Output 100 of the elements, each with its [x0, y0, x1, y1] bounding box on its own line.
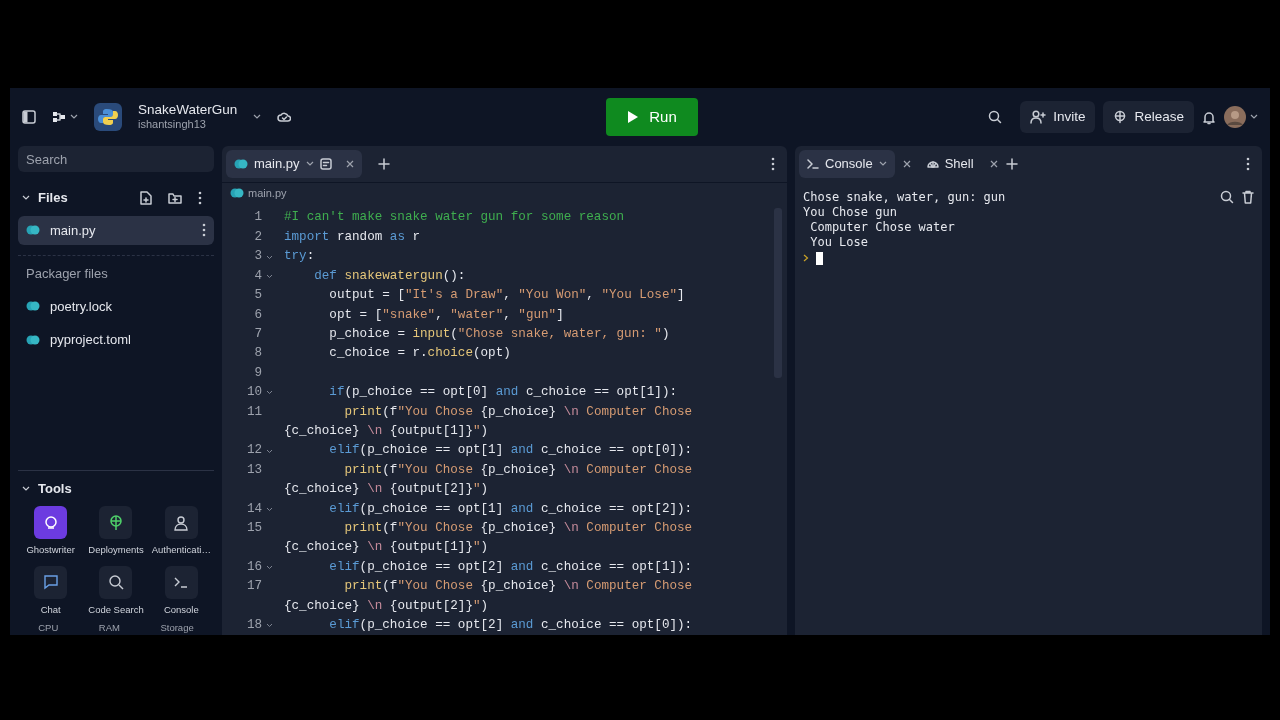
code-line: elif(p_choice == opt[2] and c_choice == opt[0]):: [328, 617, 694, 634]
line-number: 12: [245, 442, 262, 460]
editor-tab[interactable]: main.py: [226, 150, 362, 178]
run-button[interactable]: Run: [606, 98, 698, 136]
code-line: opt = ["snake", "water", "gun"]: [328, 306, 565, 324]
file-item[interactable]: main.py: [18, 215, 214, 245]
console-output: You Chose gun: [803, 204, 898, 220]
tool-label: Console: [163, 602, 199, 617]
plus-icon[interactable]: [377, 157, 390, 170]
console-output: Computer Chose water: [809, 219, 956, 235]
tool-label: Chat: [40, 602, 61, 617]
resource-label: RAM: [98, 620, 120, 635]
tool-button[interactable]: [99, 565, 133, 599]
project-name[interactable]: SnakeWaterGun: [138, 103, 238, 117]
fold-chevron-icon[interactable]: [265, 623, 273, 629]
code-line: output = ["It's a Draw", "You Won", "You Lose"]: [328, 287, 686, 305]
notification-icon[interactable]: [1202, 109, 1216, 125]
new-folder-icon[interactable]: [168, 191, 182, 204]
section-heading[interactable]: Tools: [38, 478, 72, 499]
code-line: print(f"You Chose {p_choice} \n Computer Chose {c_choice} \n {output[2]}"): [284, 461, 694, 499]
section-heading: Packager files: [25, 265, 109, 283]
line-number: 4: [253, 267, 262, 285]
chevron-icon[interactable]: [70, 114, 78, 120]
add-person-icon: [1030, 110, 1047, 124]
fold-chevron-icon[interactable]: [265, 390, 273, 396]
resource-label: Storage: [160, 620, 194, 635]
new-file-icon[interactable]: [140, 190, 152, 205]
tool-button[interactable]: [34, 506, 68, 540]
section-heading[interactable]: Files: [38, 188, 68, 208]
code-line: elif(p_choice == opt[1] and c_choice == opt[2]):: [328, 500, 694, 518]
tool-button[interactable]: [164, 506, 198, 540]
globe-pin-icon: [1113, 110, 1128, 124]
owner-name: ishantsingh13: [138, 117, 207, 131]
document-icon[interactable]: [319, 157, 332, 170]
layout-icon[interactable]: [52, 110, 66, 124]
code-line: def snakewatergun():: [313, 267, 467, 285]
more-icon[interactable]: [1246, 156, 1250, 171]
code-line: #I can't make snake water gun for some reason: [284, 209, 626, 227]
tool-label: Deployments: [88, 543, 144, 558]
line-number: 9: [253, 364, 262, 382]
console-output: You Lose: [809, 234, 870, 250]
code-line: print(f"You Chose {p_choice} \n Computer Chose {c_choice} \n {output[2]}"): [284, 578, 694, 615]
console-output: Chose snake, water, gun: gun: [803, 189, 1007, 205]
line-number: 6: [253, 306, 262, 324]
release-button[interactable]: Release: [1103, 100, 1194, 134]
chevron-icon[interactable]: [22, 194, 30, 201]
python-logo[interactable]: [94, 103, 122, 131]
search-field[interactable]: Search: [18, 146, 214, 172]
file-item[interactable]: pyproject.toml: [18, 325, 214, 355]
tool-button[interactable]: [99, 506, 133, 540]
close-icon[interactable]: [345, 159, 354, 168]
chevron-icon[interactable]: [22, 485, 30, 492]
line-number: 3: [253, 248, 262, 266]
breadcrumb-file[interactable]: main.py: [248, 185, 287, 202]
cloud-check-icon[interactable]: [277, 111, 292, 123]
chevron-icon[interactable]: [878, 160, 887, 167]
sidebar-toggle-icon[interactable]: [22, 110, 36, 124]
fold-chevron-icon[interactable]: [265, 273, 273, 279]
code-line: elif(p_choice == opt[2] and c_choice == opt[1]):: [328, 558, 694, 576]
chevron-icon[interactable]: [253, 114, 262, 120]
line-number: 7: [253, 325, 262, 343]
console-tab[interactable]: Shell: [918, 150, 982, 178]
terminal-icon: [807, 158, 819, 169]
code-line: c_choice = r.choice(opt): [328, 345, 512, 363]
console-tab[interactable]: Console: [799, 150, 895, 178]
code-line: elif(p_choice == opt[1] and c_choice == opt[0]):: [328, 442, 694, 460]
play-icon: [627, 110, 640, 124]
more-icon[interactable]: [202, 223, 206, 238]
line-number: 11: [245, 403, 262, 421]
line-number: 8: [253, 345, 262, 363]
file-item[interactable]: poetry.lock: [18, 291, 214, 321]
trash-icon[interactable]: [1242, 189, 1254, 204]
chat-icon: [42, 574, 59, 590]
fold-chevron-icon[interactable]: [265, 448, 273, 454]
close-icon[interactable]: [989, 159, 998, 168]
resource-label: CPU: [38, 620, 59, 635]
chevron-icon[interactable]: [305, 160, 314, 167]
code-line: print(f"You Chose {p_choice} \n Computer Chose {c_choice} \n {output[1]}"): [284, 520, 694, 557]
line-number: 16: [245, 558, 262, 576]
chevron-icon[interactable]: [1250, 114, 1258, 120]
fold-chevron-icon[interactable]: [265, 506, 273, 512]
close-icon[interactable]: [902, 159, 911, 168]
invite-button[interactable]: Invite: [1020, 100, 1096, 134]
search-icon[interactable]: [1220, 189, 1234, 204]
tool-label: Code Search: [88, 602, 144, 617]
search-icon: [108, 574, 124, 590]
fold-chevron-icon[interactable]: [265, 565, 273, 570]
plus-icon[interactable]: [1005, 157, 1018, 170]
more-icon[interactable]: [771, 156, 775, 171]
person-icon: [173, 514, 190, 531]
prompt-icon: [803, 254, 809, 262]
more-icon[interactable]: [198, 190, 202, 205]
fold-chevron-icon[interactable]: [265, 254, 273, 260]
avatar[interactable]: [1224, 106, 1246, 128]
search-icon: [988, 110, 1003, 124]
code-line: try:: [284, 248, 316, 266]
code-line: if(p_choice == opt[0] and c_choice == opt[1]):: [328, 384, 679, 402]
line-number: 18: [245, 617, 262, 634]
tool-label: Ghostwriter: [26, 543, 75, 558]
code-line: print(f"You Chose {p_choice} \n Computer Chose {c_choice} \n {output[1]}"): [284, 403, 694, 440]
